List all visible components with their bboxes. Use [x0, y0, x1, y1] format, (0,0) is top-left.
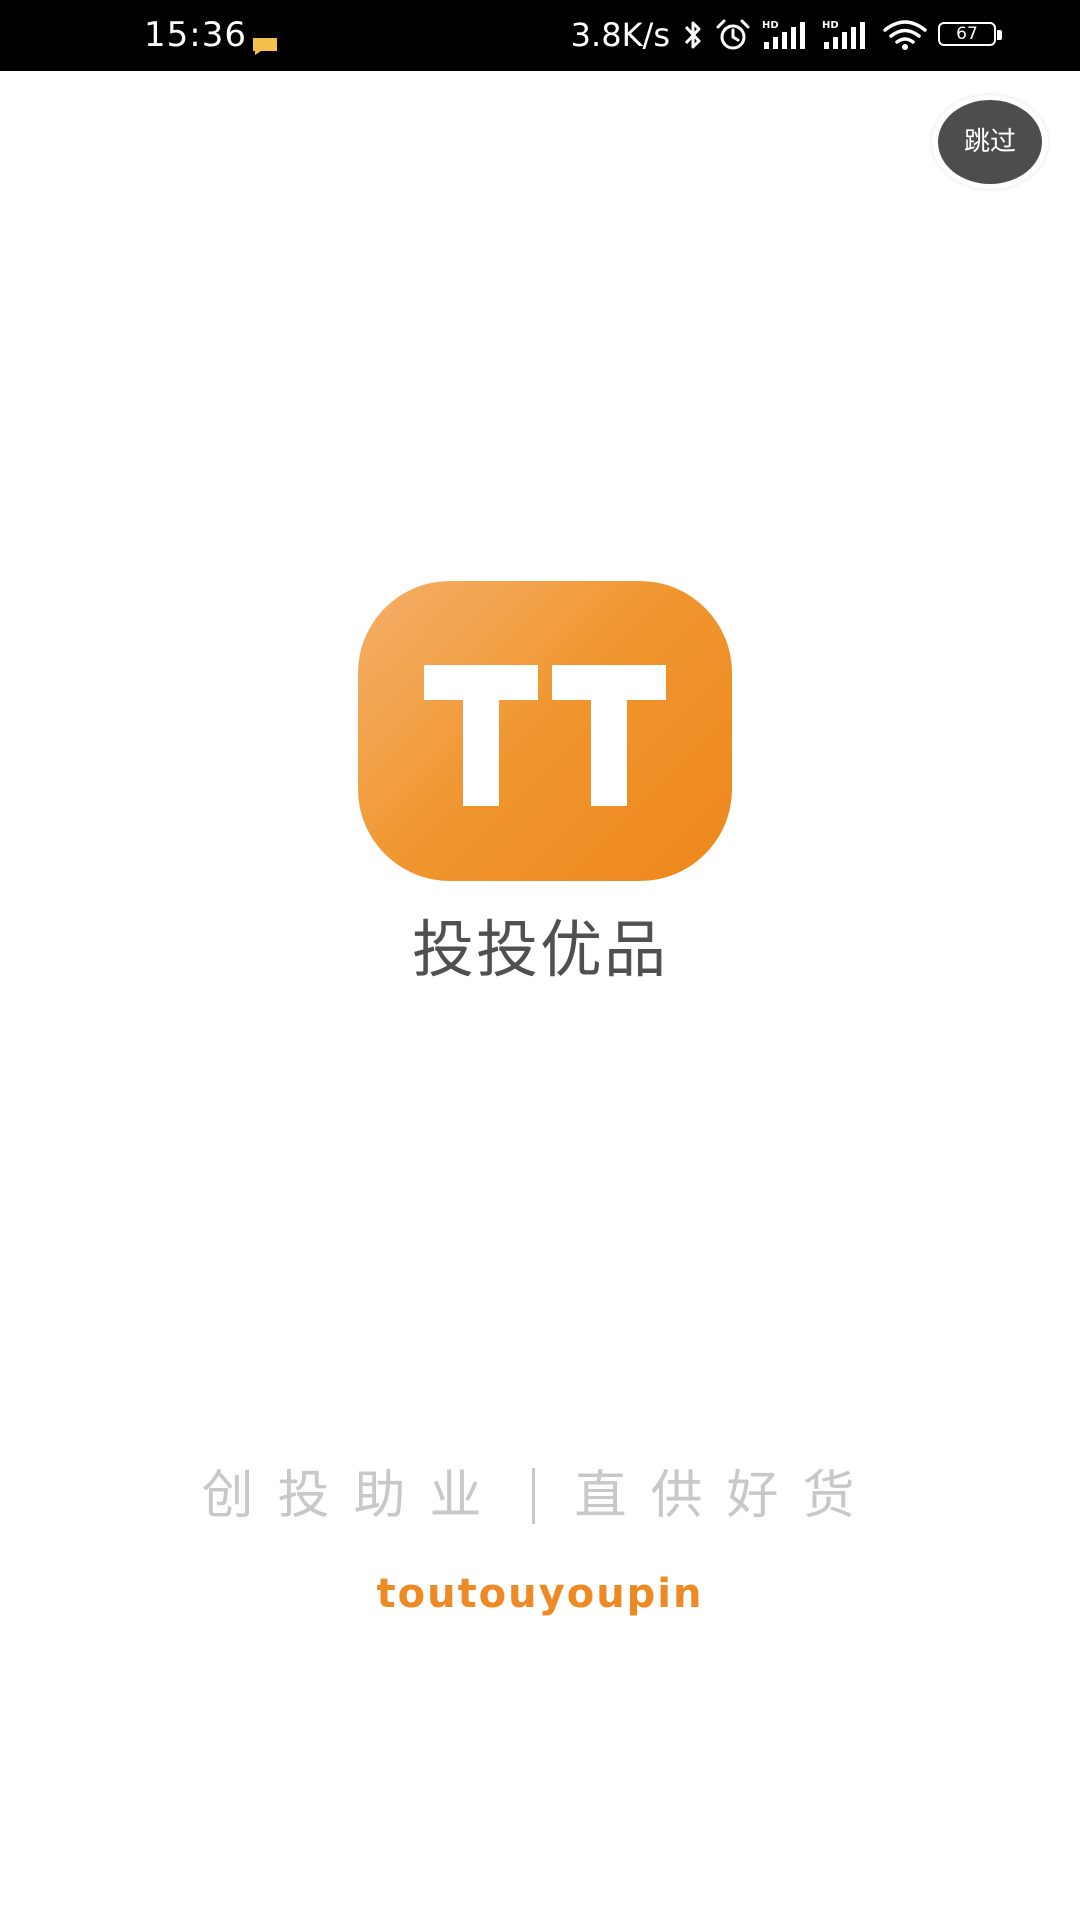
svg-text:HD: HD — [822, 20, 839, 31]
hd-signal-icon: HD — [822, 20, 865, 49]
bluetooth-icon — [684, 21, 701, 49]
app-logo — [358, 581, 732, 881]
hd-signal-icon: HD — [762, 20, 805, 49]
status-icons: 3.8K/s HD HD 67 — [571, 13, 1004, 57]
slogan-right: 直供好货 — [574, 1466, 879, 1526]
slogan-left: 创投助业 — [201, 1466, 506, 1526]
wifi-icon — [883, 20, 927, 50]
svg-text:HD: HD — [762, 20, 779, 31]
app-name: 投投优品 — [411, 913, 668, 986]
skip-button[interactable]: 跳过 — [938, 100, 1042, 184]
message-notification-icon — [253, 38, 277, 55]
alarm-icon — [716, 19, 750, 50]
slogan: 创投助业 直供好货 — [180, 1462, 900, 1530]
brand-english-name: toutouyoupin — [376, 1571, 704, 1617]
network-speed: 3.8K/s — [570, 16, 670, 54]
battery-level: 67 — [956, 24, 978, 44]
slogan-divider — [531, 1468, 535, 1524]
status-time: 15:36 — [144, 15, 247, 55]
battery-icon: 67 — [938, 22, 1004, 48]
status-bar: 15:36 3.8K/s HD HD 67 — [0, 0, 1080, 71]
